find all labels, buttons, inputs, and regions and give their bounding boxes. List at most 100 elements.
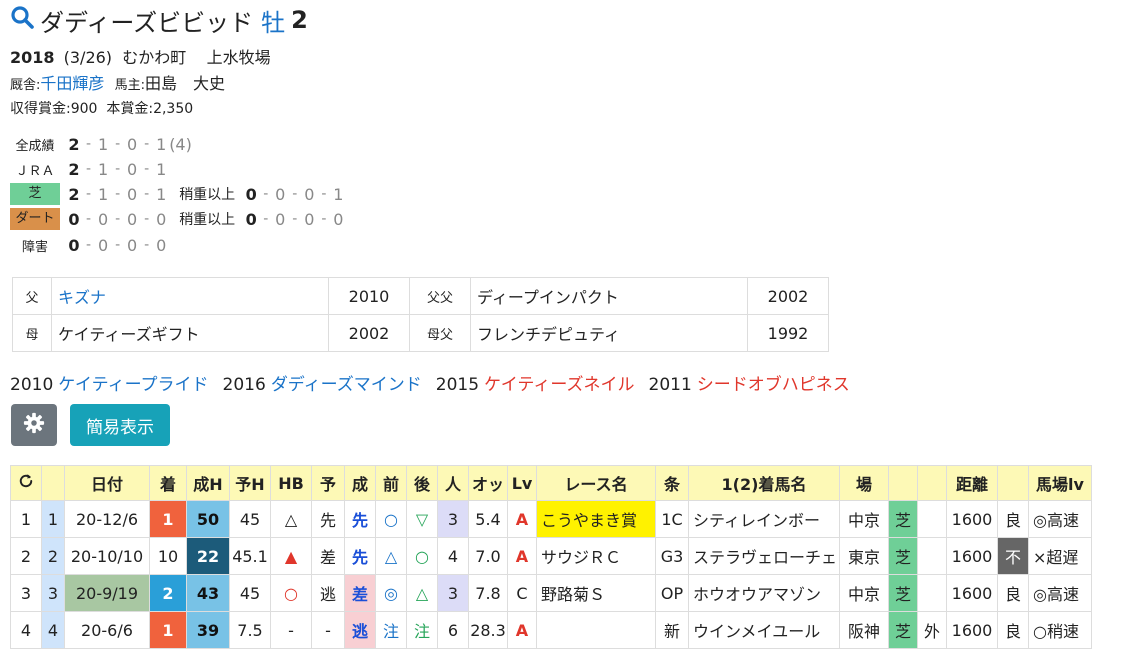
race-level: A [507, 537, 537, 575]
rear-mark: ▽ [406, 500, 438, 538]
record-count: 1 [156, 134, 167, 154]
record-count: 2 [68, 159, 80, 179]
main-prize-value: 2,350 [153, 101, 194, 117]
heavy-count: 0 [275, 184, 286, 204]
course [917, 537, 947, 575]
refresh-icon[interactable] [17, 474, 35, 494]
separator: - [144, 161, 150, 177]
separator: - [86, 186, 92, 202]
heavy-count: 0 [333, 209, 344, 229]
separator: - [86, 211, 92, 227]
hb-mark: - [270, 611, 312, 649]
sibling-year: 2016 [222, 375, 266, 395]
going: 良 [997, 611, 1029, 649]
record-count: 1 [97, 134, 109, 154]
hb-mark: ○ [270, 574, 312, 612]
pedigree-table: 父 キズナ 2010 父父 ディープインパクト 2002 母 ケイティーズギフト… [12, 277, 829, 352]
record-count: 0 [127, 159, 138, 179]
track-level: ◎高速 [1028, 500, 1092, 538]
race-row: 3 3 20-9/19 2 43 45 ○ 逃差 ◎ △ 3 7.8 C 野路菊Ｓ OP ホウオウアマゾン 中京… [10, 574, 1092, 612]
winner-name[interactable]: ウインメイユール [688, 611, 840, 649]
separator: - [115, 211, 121, 227]
heavy-count: 1 [333, 184, 344, 204]
predicted-rating: 7.5 [229, 611, 271, 649]
dam-sire-year: 1992 [747, 314, 829, 352]
race-class: G3 [655, 537, 689, 575]
sire-sire-label: 父父 [409, 277, 471, 315]
separator: - [144, 211, 150, 227]
winner-name[interactable]: ホウオウアマゾン [688, 574, 840, 612]
front-mark: △ [375, 537, 407, 575]
column-header: レース名 [536, 465, 656, 501]
odds: 7.8 [468, 574, 508, 612]
separator: - [144, 186, 150, 202]
birth-place: むかわ町 [122, 48, 187, 67]
separator: - [263, 211, 269, 227]
separator: - [144, 237, 150, 253]
record-row: 障害 0-0-0-0 [10, 233, 167, 257]
race-row: 1 1 20-12/6 1 50 45 △ 先先 ○ ▽ 3 5.4 A こうやまき賞 1C シティレインボー… [10, 500, 1092, 538]
settings-button[interactable] [11, 404, 57, 446]
column-header: 条 [655, 465, 689, 501]
actual-rating: 50 [186, 500, 230, 538]
winner-name[interactable]: シティレインボー [688, 500, 840, 538]
row-index: 4 [10, 611, 42, 649]
surface: 芝 [888, 500, 918, 538]
search-icon[interactable] [10, 5, 40, 35]
race-name-link[interactable] [536, 611, 656, 649]
sibling-link[interactable]: ケイティーズネイル [484, 375, 634, 395]
prize-value: 900 [70, 101, 98, 117]
simple-view-button[interactable]: 簡易表示 [70, 404, 170, 446]
popularity: 6 [437, 611, 469, 649]
finish-position: 1 [149, 611, 187, 649]
race-name-link[interactable]: 野路菊Ｓ [536, 574, 656, 612]
record-row: ダート 0-0-0-0 稍重以上 0-0-0-0 [10, 207, 344, 231]
hb-mark: △ [270, 500, 312, 538]
heavy-count: 0 [245, 209, 257, 229]
column-header: オッ [468, 465, 508, 501]
main-prize-label: 本賞金: [106, 101, 154, 117]
refresh-header[interactable] [10, 465, 42, 501]
course [917, 500, 947, 538]
record-row: 芝 2-1-0-1 稍重以上 0-0-0-1 [10, 182, 344, 206]
trainer-link[interactable]: 千田輝彦 [40, 74, 104, 93]
separator: - [115, 186, 121, 202]
front-mark: ◎ [375, 574, 407, 612]
birth-info: 2018 (3/26) むかわ町 上水牧場 [10, 44, 271, 68]
sibling-year: 2010 [10, 375, 54, 395]
race-number: 2 [41, 537, 65, 575]
rear-mark: 注 [406, 611, 438, 649]
gear-icon [23, 412, 45, 438]
sire-label: 父 [12, 277, 52, 315]
heavy-track-label: 稍重以上 [179, 212, 236, 228]
race-name-link[interactable]: サウジＲＣ [536, 537, 656, 575]
record-count: 0 [127, 184, 138, 204]
race-number: 4 [41, 611, 65, 649]
siblings-list: 2010 ケイティープライド 2016 ダディーズマインド 2015 ケイティーズネイル 2… [10, 370, 864, 395]
finish-position: 2 [149, 574, 187, 612]
record-row: ＪＲＡ 2-1-0-1 [10, 157, 167, 181]
dam-year: 2002 [328, 314, 410, 352]
sire-sire-year: 2002 [747, 277, 829, 315]
separator: - [321, 186, 327, 202]
race-name-link[interactable]: こうやまき賞 [536, 500, 656, 538]
track-level: ◎高速 [1028, 574, 1092, 612]
horse-title: ダディーズビビッド 牡 2 [10, 4, 308, 37]
sibling-link[interactable]: ケイティープライド [58, 375, 208, 395]
heavy-track-label: 稍重以上 [179, 187, 236, 203]
horse-age: 2 [291, 6, 308, 34]
race-date: 20-6/6 [64, 611, 150, 649]
track-level: ×超遅 [1028, 537, 1092, 575]
distance: 1600 [946, 574, 998, 612]
winner-name[interactable]: ステラヴェローチェ [688, 537, 840, 575]
popularity: 3 [437, 500, 469, 538]
sibling-link[interactable]: ダディーズマインド [271, 375, 422, 395]
surface: 芝 [888, 611, 918, 649]
race-row: 4 4 20-6/6 1 39 7.5- - 逃注注 6 28.3 A 新ウインメイユール 阪神芝外 16… [10, 611, 1092, 649]
odds: 5.4 [468, 500, 508, 538]
sire-link[interactable]: キズナ [51, 277, 329, 315]
sibling-link[interactable]: シードオブハピネス [697, 375, 850, 395]
breeder: 上水牧場 [206, 48, 271, 67]
actual-rating: 39 [186, 611, 230, 649]
separator: - [86, 136, 92, 152]
